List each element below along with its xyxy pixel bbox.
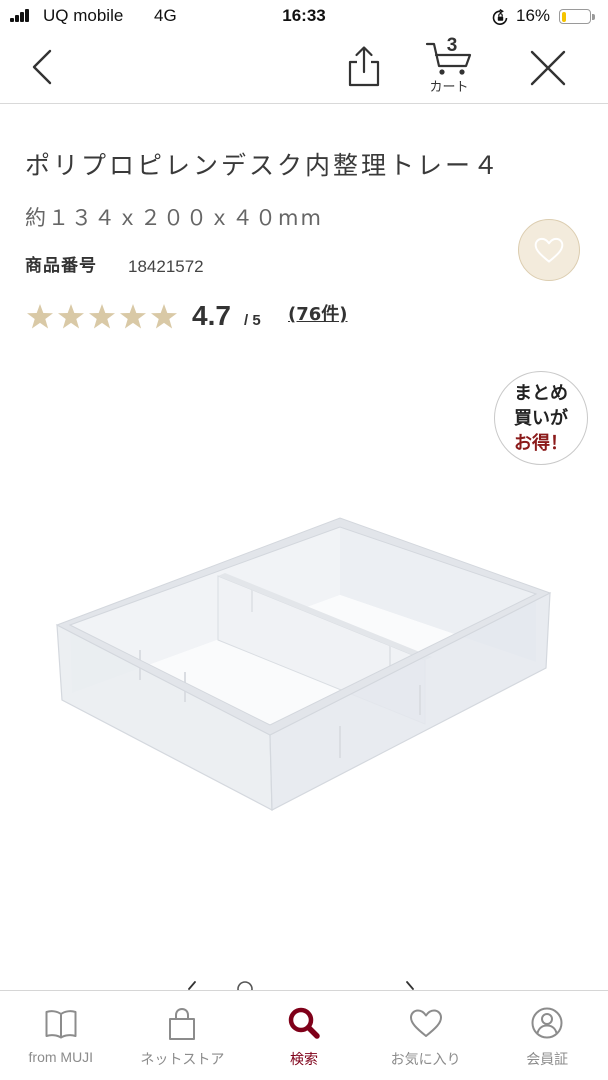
- badge-line-highlight: お得！: [514, 432, 568, 454]
- book-icon: [45, 1010, 77, 1039]
- carousel-next-icon[interactable]: [404, 979, 416, 990]
- tab-label: 会員証: [526, 1051, 569, 1067]
- star-icon: [89, 304, 115, 329]
- rating-max: / 5: [244, 312, 261, 329]
- review-count-link[interactable]: (76件): [288, 302, 348, 328]
- product-code: 18421572: [128, 257, 204, 276]
- bag-icon: [169, 1007, 196, 1040]
- cart-label: カート: [429, 80, 469, 95]
- tab-net-store[interactable]: ネットストア: [122, 991, 244, 1080]
- tab-favorites[interactable]: お気に入り: [365, 991, 487, 1080]
- close-icon[interactable]: [529, 49, 567, 87]
- share-icon[interactable]: [346, 45, 382, 87]
- carrier-name: UQ mobile: [43, 6, 124, 25]
- product-code-label: 商品番号: [25, 256, 97, 276]
- badge-line: まとめ: [514, 382, 568, 404]
- battery-icon: [559, 9, 591, 24]
- status-bar: UQ mobile 4G 16:33 16%: [0, 0, 608, 34]
- tab-label: ネットストア: [140, 1051, 225, 1067]
- nav-bar: 3 カート: [0, 34, 608, 104]
- tab-label: 検索: [289, 1051, 318, 1067]
- tab-from-muji[interactable]: from MUJI: [0, 991, 122, 1080]
- tab-search[interactable]: 検索: [243, 991, 365, 1080]
- star-icon: [151, 304, 177, 329]
- battery-percent: 16%: [516, 6, 551, 25]
- star-icon: [27, 304, 53, 329]
- star-icon: [58, 304, 84, 329]
- image-carousel-controls: [0, 979, 608, 990]
- tab-member-card[interactable]: 会員証: [486, 991, 608, 1080]
- rating-value: 4.7: [192, 300, 231, 331]
- carousel-prev-icon[interactable]: [186, 979, 198, 990]
- signal-icon: [10, 9, 32, 22]
- heart-outline-icon: [534, 237, 564, 263]
- member-card-icon: [531, 1007, 563, 1039]
- bottom-tab-bar: from MUJI ネットストア 検索 お気に入り 会員証: [0, 990, 608, 1080]
- star-icon: [120, 304, 146, 329]
- favorite-button[interactable]: [518, 219, 580, 281]
- rating-stars: [26, 303, 178, 331]
- heart-icon: [409, 1009, 442, 1037]
- clock: 16:33: [282, 6, 326, 25]
- network-type: 4G: [154, 6, 177, 25]
- product-image[interactable]: [40, 500, 570, 830]
- tab-label: from MUJI: [28, 1049, 94, 1065]
- cart-count-badge: 3: [446, 35, 458, 56]
- battery-nub: [592, 14, 595, 20]
- tab-label: お気に入り: [390, 1051, 461, 1067]
- product-detail-screen: UQ mobile 4G 16:33 16% 3 カート ポリプロピレンデスク内…: [0, 0, 608, 1080]
- bulk-discount-badge: まとめ 買いが お得！: [494, 371, 588, 465]
- battery-level: [561, 11, 566, 22]
- rotation-lock-icon: [492, 9, 508, 25]
- badge-line: 買いが: [514, 407, 568, 429]
- product-size: 約１３４ｘ２００ｘ４０mm: [25, 206, 323, 230]
- chevron-left-icon[interactable]: [30, 49, 54, 85]
- search-icon: [288, 1007, 320, 1039]
- carousel-dot-icon[interactable]: [235, 979, 255, 990]
- product-title: ポリプロピレンデスク内整理トレー４: [25, 151, 502, 180]
